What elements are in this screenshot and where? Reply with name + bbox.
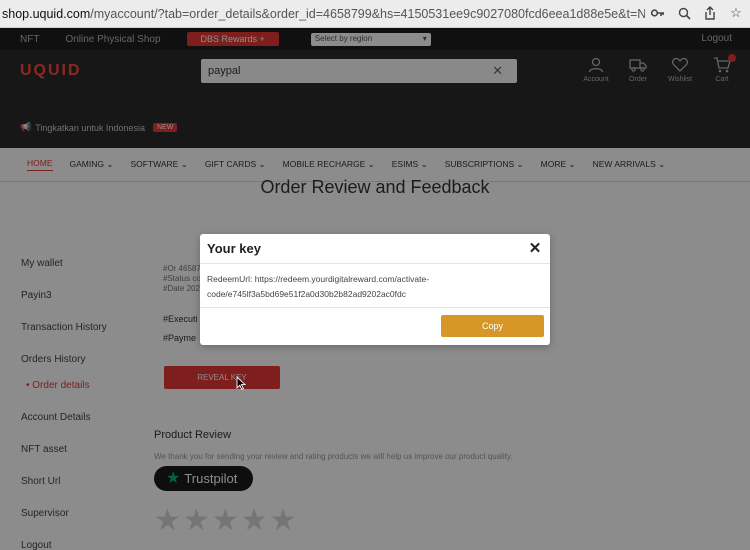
modal-header: Your key ✕ — [200, 234, 550, 264]
modal-body: RedeemUrl: https://redeem.yourdigitalrew… — [200, 264, 550, 308]
copy-button[interactable]: Copy — [441, 315, 544, 337]
close-icon[interactable]: ✕ — [526, 239, 544, 257]
key-icon[interactable] — [650, 4, 666, 22]
redeem-url-line2: code/e745lf3a5bd69e51f2a0d30b2b82ad9202a… — [207, 289, 406, 299]
modal-title: Your key — [207, 241, 261, 256]
url-path: /myaccount/?tab=order_details&order_id=4… — [90, 6, 645, 21]
redeem-url-line1: RedeemUrl: https://redeem.yourdigitalrew… — [207, 274, 430, 284]
url-text[interactable]: shop.uquid.com/myaccount/?tab=order_deta… — [0, 7, 645, 21]
mouse-cursor-icon — [236, 376, 246, 390]
browser-url-bar[interactable]: shop.uquid.com/myaccount/?tab=order_deta… — [0, 0, 750, 28]
bookmark-star-icon[interactable]: ☆ — [728, 4, 744, 22]
zoom-icon[interactable] — [676, 4, 692, 22]
url-host: shop.uquid.com — [2, 6, 91, 21]
your-key-modal: Your key ✕ RedeemUrl: https://redeem.you… — [200, 234, 550, 345]
share-icon[interactable] — [702, 4, 718, 22]
